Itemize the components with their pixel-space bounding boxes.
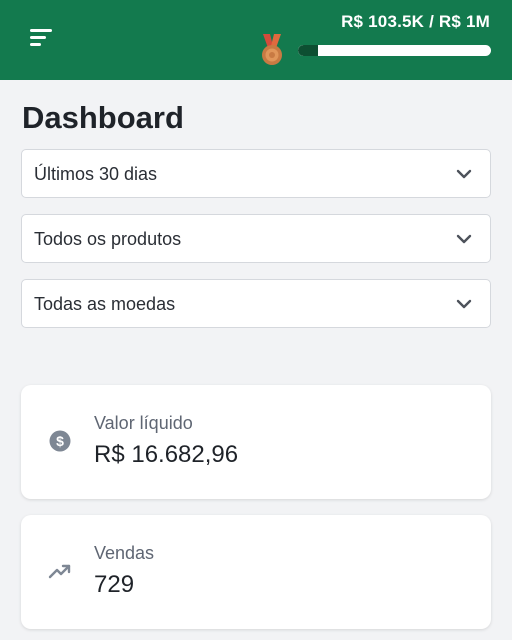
currency-select[interactable]: Todas as moedas <box>21 279 491 328</box>
menu-icon <box>30 29 52 46</box>
net-value-amount: R$ 16.682,96 <box>94 441 239 468</box>
trending-up-icon <box>48 564 71 579</box>
menu-button[interactable] <box>26 24 56 52</box>
revenue-goal-text: R$ 103.5K / R$ 1M <box>341 12 490 31</box>
chevron-down-icon <box>456 169 472 179</box>
bronze-medal-icon <box>262 34 282 65</box>
dollar-circle-icon: $ <box>49 430 71 452</box>
top-bar: R$ 103.5K / R$ 1M <box>0 0 512 80</box>
currency-select-value: Todas as moedas <box>34 294 176 314</box>
chevron-down-icon <box>456 299 472 309</box>
goal-progress-fill <box>298 45 318 56</box>
svg-text:$: $ <box>56 433 64 449</box>
period-select[interactable]: Últimos 30 dias <box>21 149 491 198</box>
product-select[interactable]: Todos os produtos <box>21 214 491 263</box>
goal-progress-bar <box>298 45 491 56</box>
sales-card[interactable]: Vendas 729 <box>21 515 491 629</box>
net-value-card[interactable]: $ Valor líquido R$ 16.682,96 <box>21 385 491 499</box>
sales-label: Vendas <box>94 543 155 563</box>
period-select-value: Últimos 30 dias <box>34 164 158 184</box>
chevron-down-icon <box>456 234 472 244</box>
product-select-value: Todos os produtos <box>34 229 182 249</box>
net-value-label: Valor líquido <box>94 413 193 433</box>
sales-count: 729 <box>94 571 135 598</box>
page-title: Dashboard <box>22 100 184 135</box>
